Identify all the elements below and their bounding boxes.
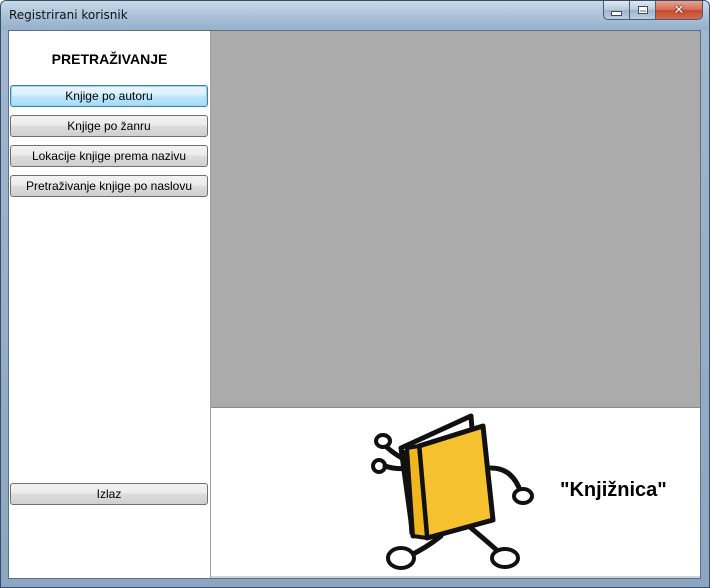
brand-title: "Knjižnica" xyxy=(560,479,667,501)
app-window: Registrirani korisnik ✕ PRETRAŽIVANJE Kn… xyxy=(0,0,710,588)
close-button[interactable]: ✕ xyxy=(656,1,703,20)
exit-button[interactable]: Izlaz xyxy=(10,483,208,505)
bottom-strip xyxy=(211,576,700,578)
branding-panel: "Knjižnica" xyxy=(211,407,700,578)
sidebar: PRETRAŽIVANJE Knjige po autoru Knjige po… xyxy=(9,31,211,578)
caption-buttons: ✕ xyxy=(603,1,703,20)
minimize-icon xyxy=(611,10,622,16)
search-book-by-title-button[interactable]: Pretraživanje knjige po naslovu xyxy=(10,175,208,197)
book-location-by-name-button[interactable]: Lokacije knjige prema nazivu xyxy=(10,145,208,167)
close-icon: ✕ xyxy=(673,2,685,18)
maximize-button[interactable] xyxy=(630,1,656,20)
minimize-button[interactable] xyxy=(603,1,630,20)
content-panel xyxy=(211,31,700,407)
client-area: PRETRAŽIVANJE Knjige po autoru Knjige po… xyxy=(8,30,701,579)
books-by-author-button[interactable]: Knjige po autoru xyxy=(10,85,208,107)
window-title: Registrirani korisnik xyxy=(9,8,128,22)
maximize-icon xyxy=(637,6,648,14)
sidebar-heading: PRETRAŽIVANJE xyxy=(51,51,168,67)
title-bar[interactable]: Registrirani korisnik ✕ xyxy=(1,1,709,30)
books-by-genre-button[interactable]: Knjige po žanru xyxy=(10,115,208,137)
running-book-icon xyxy=(371,413,534,570)
